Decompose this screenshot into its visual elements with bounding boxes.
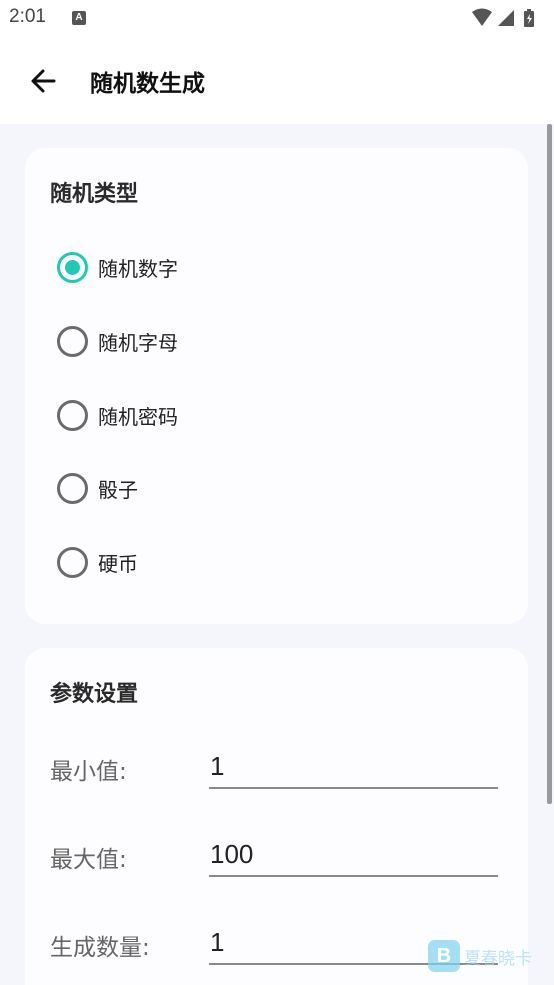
radio-dice[interactable]: 骰子 xyxy=(57,468,138,508)
radio-label: 随机密码 xyxy=(98,404,178,429)
notification-a-icon: A xyxy=(72,11,86,25)
signal-icon xyxy=(498,10,514,26)
radio-random-number[interactable]: 随机数字 xyxy=(57,247,178,287)
count-label: 生成数量: xyxy=(50,935,150,961)
radio-label: 随机数字 xyxy=(98,256,178,281)
app-bar: 随机数生成 xyxy=(0,38,554,124)
status-time: 2:01 xyxy=(9,6,46,27)
arrow-left-icon xyxy=(31,69,56,93)
random-type-card: 随机类型 随机数字 随机字母 随机密码 骰子 硬币 xyxy=(25,148,528,624)
params-card: 参数设置 最小值: 最大值: 生成数量: xyxy=(25,648,528,985)
radio-random-letter[interactable]: 随机字母 xyxy=(57,321,178,361)
battery-icon xyxy=(524,9,534,27)
watermark-text: 夏春晓卡 xyxy=(464,948,532,969)
radio-unchecked-icon xyxy=(57,546,88,578)
radio-label: 骰子 xyxy=(98,477,138,502)
radio-unchecked-icon xyxy=(57,325,88,357)
radio-checked-icon xyxy=(57,251,88,283)
radio-label: 随机字母 xyxy=(98,330,178,355)
wifi-icon xyxy=(472,8,492,26)
radio-coin[interactable]: 硬币 xyxy=(57,542,138,582)
max-label: 最大值: xyxy=(50,847,127,873)
radio-unchecked-icon xyxy=(57,472,88,504)
params-title: 参数设置 xyxy=(50,682,139,707)
scrollbar[interactable] xyxy=(547,124,552,804)
status-icons xyxy=(470,8,540,28)
page-title: 随机数生成 xyxy=(90,71,205,97)
back-button[interactable] xyxy=(22,60,64,102)
random-type-title: 随机类型 xyxy=(50,182,139,207)
watermark: B 夏春晓卡 xyxy=(428,940,532,972)
status-bar: 2:01 A xyxy=(0,0,554,38)
radio-unchecked-icon xyxy=(57,399,88,431)
max-value-input[interactable] xyxy=(209,833,498,877)
radio-random-password[interactable]: 随机密码 xyxy=(57,395,178,435)
radio-label: 硬币 xyxy=(98,551,138,576)
watermark-logo: B xyxy=(428,940,460,972)
min-value-input[interactable] xyxy=(209,745,498,789)
min-label: 最小值: xyxy=(50,759,127,785)
